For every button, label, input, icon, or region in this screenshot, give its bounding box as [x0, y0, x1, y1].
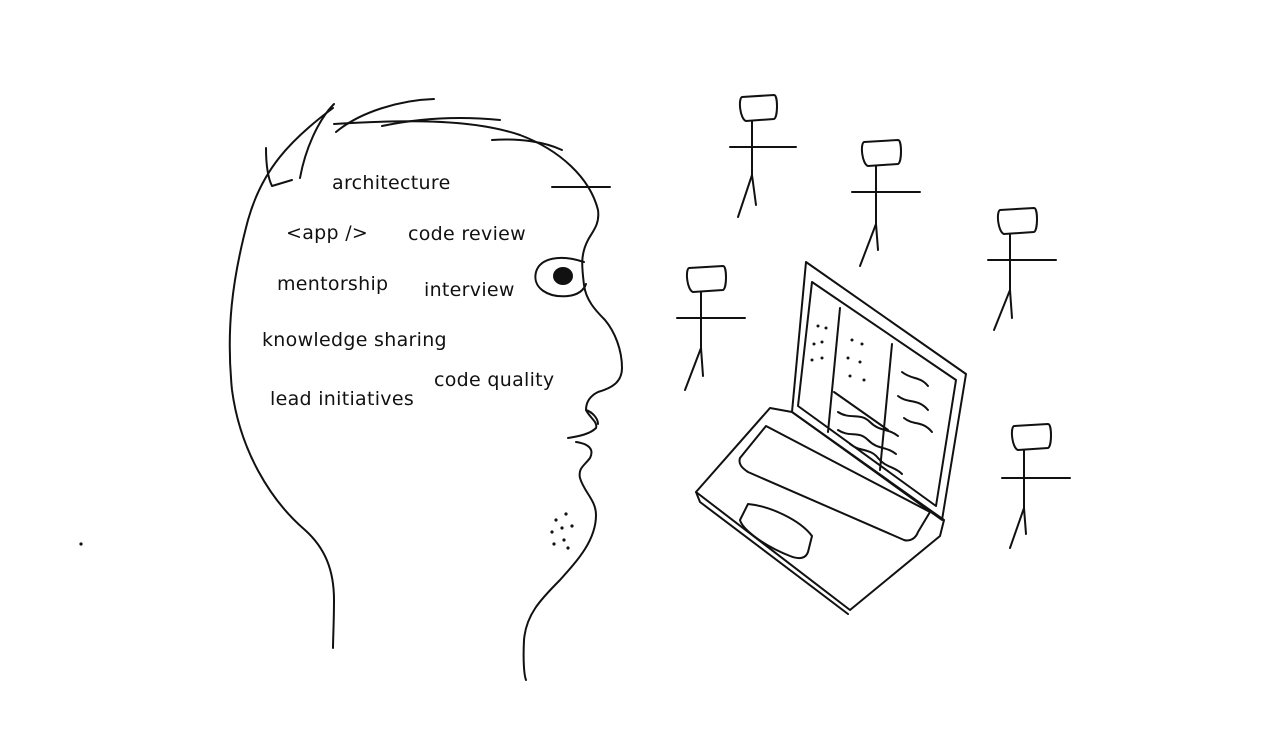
stick-figure-icon: [1001, 423, 1071, 549]
stick-figure-icon: [987, 207, 1057, 331]
hair-strand: [491, 138, 563, 151]
stray-dot: [79, 542, 83, 546]
head-word: code quality: [434, 369, 554, 391]
stubble-dots: [550, 512, 574, 550]
head-word: lead initiatives: [270, 388, 414, 410]
head-word: <app />: [286, 222, 368, 244]
head-outline: [228, 107, 335, 649]
head-word: interview: [424, 279, 515, 301]
head-words: architecture <app /> code review mentors…: [262, 172, 554, 410]
eye-icon: [534, 256, 587, 298]
stick-figures: [676, 94, 1071, 549]
sketch-canvas: architecture <app /> code review mentors…: [79, 94, 1071, 681]
head-word: code review: [408, 223, 526, 245]
stick-figure-icon: [676, 265, 746, 391]
laptop-icon: [695, 261, 967, 615]
stick-figure-icon: [851, 139, 921, 267]
laptop-base: [695, 407, 945, 611]
head-profile: architecture <app /> code review mentors…: [79, 98, 623, 681]
stick-figure-icon: [729, 94, 797, 218]
hair-strand: [335, 98, 435, 133]
head-word: mentorship: [277, 273, 388, 295]
chin-outline: [522, 441, 597, 681]
laptop-trackpad: [739, 503, 813, 560]
head-word: knowledge sharing: [262, 329, 447, 351]
hair-strand: [299, 103, 335, 179]
hair-strand: [265, 147, 293, 187]
head-word: architecture: [332, 172, 451, 194]
